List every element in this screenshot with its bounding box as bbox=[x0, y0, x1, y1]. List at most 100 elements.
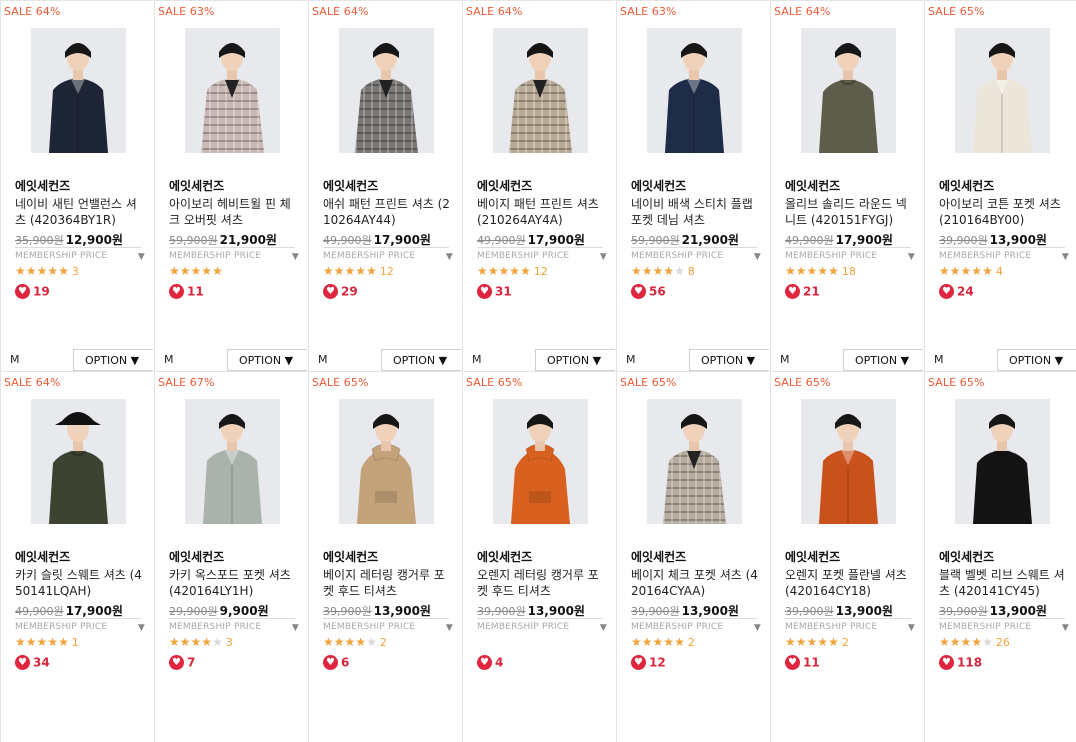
membership-price-toggle[interactable]: MEMBERSHIP PRICE ▼ bbox=[323, 247, 453, 262]
sale-price: 13,900원 bbox=[681, 604, 739, 618]
product-card[interactable]: SALE 64% 에잇세컨즈 올리브 솔리드 라운드 넥 니트 (420151FYG… bbox=[770, 0, 923, 371]
like-count: 29 bbox=[341, 284, 358, 299]
like-button[interactable]: ♥ 19 bbox=[15, 284, 50, 299]
star-icon: ★ bbox=[652, 264, 664, 278]
option-button[interactable]: OPTION ▼ bbox=[73, 349, 153, 371]
product-image[interactable] bbox=[185, 28, 280, 153]
star-icon: ★ bbox=[652, 635, 664, 649]
like-button[interactable]: ♥ 29 bbox=[323, 284, 358, 299]
membership-price-toggle[interactable]: MEMBERSHIP PRICE ▼ bbox=[169, 247, 299, 262]
like-count: 11 bbox=[803, 655, 820, 670]
membership-price-toggle[interactable]: MEMBERSHIP PRICE ▼ bbox=[785, 618, 915, 633]
membership-price-toggle[interactable]: MEMBERSHIP PRICE ▼ bbox=[15, 618, 145, 633]
like-button[interactable]: ♥ 56 bbox=[631, 284, 666, 299]
price-row: 39,900원 13,900원 bbox=[939, 229, 1047, 248]
product-card[interactable]: SALE 65% 에잇세컨즈 베이지 레터링 캥거루 포켓 후드 티셔츠 39,900… bbox=[308, 371, 461, 742]
star-icon: ★ bbox=[333, 264, 345, 278]
like-button[interactable]: ♥ 21 bbox=[785, 284, 820, 299]
membership-price-toggle[interactable]: MEMBERSHIP PRICE ▼ bbox=[785, 247, 915, 262]
option-button[interactable]: OPTION ▼ bbox=[997, 349, 1076, 371]
product-name[interactable]: 아이보리 헤비트윌 핀 체크 오버핏 셔츠 bbox=[169, 196, 299, 228]
product-name[interactable]: 오렌지 레터링 캥거루 포켓 후드 티셔츠 bbox=[477, 567, 607, 599]
product-name[interactable]: 올리브 솔리드 라운드 넥 니트 (420151FYGJ) bbox=[785, 196, 915, 228]
product-image[interactable] bbox=[647, 28, 742, 153]
product-card[interactable]: SALE 65% 에잇세컨즈 아이보리 코튼 포켓 셔츠 (210164BY00) 3… bbox=[924, 0, 1076, 371]
product-image[interactable] bbox=[31, 399, 126, 524]
product-name[interactable]: 베이지 레터링 캥거루 포켓 후드 티셔츠 bbox=[323, 567, 453, 599]
product-image[interactable] bbox=[801, 28, 896, 153]
product-card[interactable]: SALE 65% 에잇세컨즈 오렌지 포켓 플란넬 셔츠 (420164CY18) 3… bbox=[770, 371, 923, 742]
star-icon: ★ bbox=[674, 635, 685, 649]
option-button[interactable]: OPTION ▼ bbox=[535, 349, 615, 371]
product-image[interactable] bbox=[339, 399, 434, 524]
membership-price-toggle[interactable]: MEMBERSHIP PRICE ▼ bbox=[477, 618, 607, 633]
star-icon: ★ bbox=[498, 264, 510, 278]
membership-price-toggle[interactable]: MEMBERSHIP PRICE ▼ bbox=[477, 247, 607, 262]
membership-price-toggle[interactable]: MEMBERSHIP PRICE ▼ bbox=[631, 618, 761, 633]
product-card[interactable]: SALE 65% 에잇세컨즈 베이지 체크 포켓 셔츠 (420164CYAA) 39… bbox=[616, 371, 769, 742]
product-name[interactable]: 블랙 벨벳 리브 스웨트 셔츠 (420141CY45) bbox=[939, 567, 1069, 599]
rating-stars: ★★★★★ bbox=[939, 635, 993, 649]
product-name[interactable]: 오렌지 포켓 플란넬 셔츠 (420164CY18) bbox=[785, 567, 915, 599]
option-button[interactable]: OPTION ▼ bbox=[843, 349, 923, 371]
like-button[interactable]: ♥ 11 bbox=[169, 284, 204, 299]
rating-stars: ★★★★★ bbox=[323, 264, 377, 278]
product-name[interactable]: 베이지 체크 포켓 셔츠 (420164CYAA) bbox=[631, 567, 761, 599]
size-label: M bbox=[626, 353, 636, 366]
product-image[interactable] bbox=[339, 28, 434, 153]
like-button[interactable]: ♥ 7 bbox=[169, 655, 195, 670]
product-image[interactable] bbox=[31, 28, 126, 153]
product-name[interactable]: 네이비 배색 스티치 플랩 포켓 데님 셔츠 bbox=[631, 196, 761, 228]
product-name[interactable]: 애쉬 패턴 프린트 셔츠 (210264AY44) bbox=[323, 196, 453, 228]
option-button[interactable]: OPTION ▼ bbox=[381, 349, 461, 371]
star-icon: ★ bbox=[828, 635, 839, 649]
star-icon: ★ bbox=[806, 264, 818, 278]
product-name[interactable]: 베이지 패턴 프린트 셔츠 (210264AY4A) bbox=[477, 196, 607, 228]
like-button[interactable]: ♥ 34 bbox=[15, 655, 50, 670]
like-button[interactable]: ♥ 31 bbox=[477, 284, 512, 299]
size-label: M bbox=[10, 353, 20, 366]
membership-price-toggle[interactable]: MEMBERSHIP PRICE ▼ bbox=[15, 247, 145, 262]
membership-price-toggle[interactable]: MEMBERSHIP PRICE ▼ bbox=[631, 247, 761, 262]
chevron-down-icon: ▼ bbox=[753, 252, 761, 262]
product-card[interactable]: SALE 63% 에잇세컨즈 네이비 배색 스티치 플랩 포켓 데님 셔츠 59,90… bbox=[616, 0, 769, 371]
product-name[interactable]: 네이비 새틴 언밸런스 셔츠 (420364BY1R) bbox=[15, 196, 145, 228]
product-card[interactable]: SALE 64% 에잇세컨즈 카키 슬릿 스웨트 셔츠 (450141LQAH) 49… bbox=[0, 371, 153, 742]
chevron-down-icon: ▼ bbox=[599, 623, 607, 633]
product-name[interactable]: 카키 슬릿 스웨트 셔츠 (450141LQAH) bbox=[15, 567, 145, 599]
rating: ★★★★★ 2 bbox=[631, 635, 695, 649]
product-card[interactable]: SALE 64% 에잇세컨즈 베이지 패턴 프린트 셔츠 (210264AY4A) 4… bbox=[462, 0, 615, 371]
membership-price-toggle[interactable]: MEMBERSHIP PRICE ▼ bbox=[939, 618, 1069, 633]
product-image[interactable] bbox=[493, 28, 588, 153]
product-image[interactable] bbox=[801, 399, 896, 524]
like-count: 4 bbox=[495, 655, 504, 670]
product-card[interactable]: SALE 67% 에잇세컨즈 카키 옥스포드 포켓 셔츠 (420164LY1H) 2… bbox=[154, 371, 307, 742]
like-button[interactable]: ♥ 118 bbox=[939, 655, 982, 670]
product-card[interactable]: SALE 65% 에잇세컨즈 오렌지 레터링 캥거루 포켓 후드 티셔츠 39,900… bbox=[462, 371, 615, 742]
rating: ★★★★★ 26 bbox=[939, 635, 1010, 649]
product-card[interactable]: SALE 64% 에잇세컨즈 애쉬 패턴 프린트 셔츠 (210264AY44) 49… bbox=[308, 0, 461, 371]
like-button[interactable]: ♥ 12 bbox=[631, 655, 666, 670]
product-card[interactable]: SALE 64% 에잇세컨즈 네이비 새틴 언밸런스 셔츠 (420364BY1R)… bbox=[0, 0, 153, 371]
star-icon: ★ bbox=[939, 264, 950, 278]
membership-price-toggle[interactable]: MEMBERSHIP PRICE ▼ bbox=[323, 618, 453, 633]
star-icon: ★ bbox=[212, 264, 223, 278]
product-image[interactable] bbox=[647, 399, 742, 524]
membership-price-toggle[interactable]: MEMBERSHIP PRICE ▼ bbox=[939, 247, 1069, 262]
like-count: 118 bbox=[957, 655, 983, 670]
product-name[interactable]: 아이보리 코튼 포켓 셔츠 (210164BY00) bbox=[939, 196, 1069, 228]
product-card[interactable]: SALE 65% 에잇세컨즈 블랙 벨벳 리브 스웨트 셔츠 (420141CY45… bbox=[924, 371, 1076, 742]
like-button[interactable]: ♥ 4 bbox=[477, 655, 503, 670]
option-button[interactable]: OPTION ▼ bbox=[227, 349, 307, 371]
membership-price-toggle[interactable]: MEMBERSHIP PRICE ▼ bbox=[169, 618, 299, 633]
like-button[interactable]: ♥ 6 bbox=[323, 655, 349, 670]
like-button[interactable]: ♥ 24 bbox=[939, 284, 974, 299]
option-button[interactable]: OPTION ▼ bbox=[689, 349, 769, 371]
product-image[interactable] bbox=[955, 399, 1050, 524]
product-image[interactable] bbox=[493, 399, 588, 524]
product-name[interactable]: 카키 옥스포드 포켓 셔츠 (420164LY1H) bbox=[169, 567, 299, 599]
product-card[interactable]: SALE 63% 에잇세컨즈 아이보리 헤비트윌 핀 체크 오버핏 셔츠 59,900… bbox=[154, 0, 307, 371]
product-image[interactable] bbox=[185, 399, 280, 524]
like-button[interactable]: ♥ 11 bbox=[785, 655, 820, 670]
product-image[interactable] bbox=[955, 28, 1050, 153]
